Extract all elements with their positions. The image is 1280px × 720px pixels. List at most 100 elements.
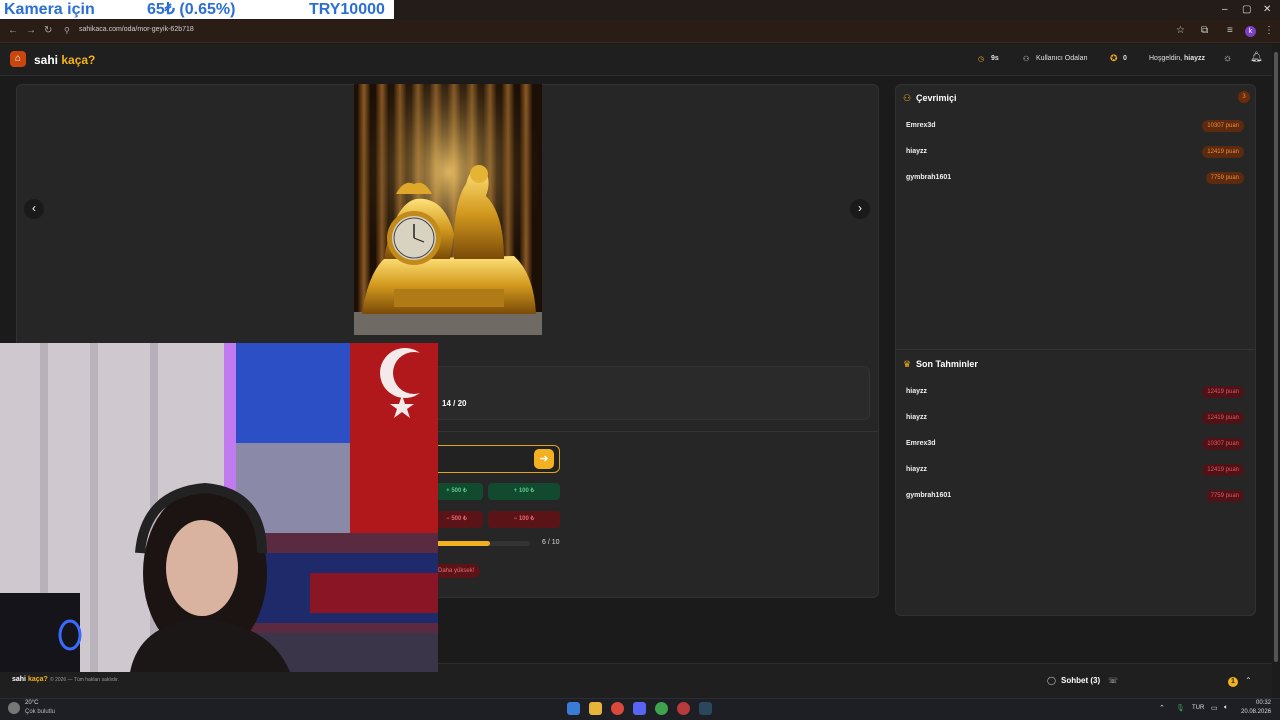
- online-user-points: 12419 puan: [1202, 146, 1244, 158]
- divider: [896, 349, 1255, 350]
- round-counter: 14 / 20: [442, 399, 467, 408]
- guess-row: hiayzz 12419 puan: [896, 458, 1254, 482]
- overlay-code: TRY10000: [309, 1, 385, 18]
- extensions-icon[interactable]: ⧉: [1201, 25, 1208, 36]
- scrollbar-thumb[interactable]: [1274, 52, 1278, 662]
- online-user-name: hiayzz: [906, 148, 928, 155]
- attempts-progress-fill: [430, 541, 490, 546]
- attempts-counter: 6 / 10: [542, 539, 560, 546]
- next-image-button[interactable]: ›: [850, 199, 870, 219]
- attempts-progress-bar: [430, 541, 530, 546]
- overlay-label: Kamera için: [4, 1, 95, 18]
- site-logo[interactable]: sahi kaça?: [34, 53, 95, 67]
- guess-points: 7759 puan: [1205, 490, 1244, 502]
- guess-user-name: gymbrah1601: [906, 492, 952, 499]
- keyboard-language[interactable]: TUR: [1192, 705, 1204, 711]
- round-timer: 9s: [991, 55, 999, 62]
- greeting-username[interactable]: hiayzz: [1184, 55, 1205, 62]
- footer-logo[interactable]: sahi kaça?: [12, 676, 48, 683]
- online-user-name: Emrex3d: [906, 122, 936, 129]
- media-icon[interactable]: ≡: [1227, 25, 1233, 36]
- plus-100-button[interactable]: + 100 ₺: [488, 483, 560, 500]
- guess-user-name: hiayzz: [906, 388, 928, 395]
- online-user-row[interactable]: Emrex3d 10307 puan: [896, 114, 1254, 138]
- greeting-text: Hoşgeldin,: [1149, 55, 1183, 62]
- online-user-points: 7759 puan: [1205, 172, 1244, 184]
- recording-app-icon[interactable]: [677, 702, 690, 715]
- guess-points: 12419 puan: [1202, 412, 1244, 424]
- online-user-row[interactable]: gymbrah1601 7759 puan: [896, 166, 1254, 190]
- online-title: Çevrimiçi: [916, 93, 957, 103]
- guess-row: hiayzz 12419 puan: [896, 380, 1254, 404]
- chevron-up-icon[interactable]: ⌃: [1245, 676, 1252, 685]
- user-rooms-icon: ⚇: [1023, 56, 1030, 63]
- steam-icon[interactable]: [699, 702, 712, 715]
- recent-guesses-title: Son Tahminler: [916, 359, 978, 369]
- footer-logo-accent: kaça?: [27, 676, 48, 683]
- product-image: [354, 84, 542, 335]
- browser-menu-icon[interactable]: ⋮: [1264, 25, 1274, 36]
- guess-user-name: hiayzz: [906, 466, 928, 473]
- theme-toggle-icon[interactable]: ☼: [1223, 53, 1232, 64]
- bookmark-star-icon[interactable]: ☆: [1176, 25, 1185, 36]
- site-info-icon[interactable]: ⚲: [64, 26, 70, 35]
- online-user-row[interactable]: hiayzz 12419 puan: [896, 140, 1254, 164]
- chrome-icon[interactable]: [611, 702, 624, 715]
- previous-image-button[interactable]: ‹: [24, 199, 44, 219]
- footer-copyright: © 2026 — Tüm hakları saklıdır.: [50, 677, 119, 683]
- online-count-badge: 3: [1238, 91, 1250, 103]
- weather-description[interactable]: Çok bulutlu: [25, 709, 55, 715]
- weather-temperature[interactable]: 20°C: [25, 700, 38, 706]
- stream-overlay-banner: Kamera için 65₺ (0.65%) TRY10000: [0, 0, 394, 19]
- clock-date[interactable]: 20.08.2026: [1241, 709, 1271, 715]
- home-icon[interactable]: ⌂: [10, 51, 26, 67]
- guess-points: 10307 puan: [1202, 438, 1244, 450]
- network-icon[interactable]: ▭: [1211, 704, 1218, 712]
- webcam-overlay: [0, 343, 438, 672]
- trophy-icon: ♛: [903, 359, 912, 369]
- golden-clock-image: [354, 84, 542, 335]
- score-value: 0: [1123, 55, 1127, 62]
- guess-row: Emrex3d 10307 puan: [896, 432, 1254, 456]
- chat-button[interactable]: Sohbet (3): [1061, 676, 1100, 685]
- close-window-icon[interactable]: ✕: [1263, 4, 1271, 15]
- clock-time[interactable]: 00:32: [1256, 700, 1271, 706]
- weather-cloud-icon[interactable]: [8, 702, 20, 714]
- forward-icon[interactable]: →: [26, 25, 36, 36]
- guess-user-name: Emrex3d: [906, 440, 936, 447]
- overlay-price: 65₺ (0.65%): [147, 1, 236, 18]
- profile-avatar[interactable]: k: [1245, 26, 1256, 37]
- notification-badge[interactable]: 1: [1228, 677, 1238, 687]
- file-explorer-icon[interactable]: [589, 702, 602, 715]
- user-rooms-link[interactable]: Kullanıcı Odaları: [1036, 55, 1088, 62]
- guess-points: 12419 puan: [1202, 464, 1244, 476]
- bell-icon[interactable]: 🔔︎: [1250, 52, 1263, 63]
- footer-logo-main: sahi: [12, 676, 28, 683]
- guess-row: gymbrah1601 7759 puan: [896, 484, 1254, 508]
- phone-icon[interactable]: ☏: [1108, 676, 1118, 685]
- back-icon[interactable]: ←: [8, 25, 18, 36]
- guess-user-name: hiayzz: [906, 414, 928, 421]
- address-bar: ← → ↻ ⚲ sahikaca.com/oda/mor-geyik-62b71…: [0, 20, 1280, 43]
- maximize-icon[interactable]: ▢: [1242, 4, 1251, 15]
- guess-row: hiayzz 12419 puan: [896, 406, 1254, 430]
- guess-points: 12419 puan: [1202, 386, 1244, 398]
- microphone-icon[interactable]: 🎙︎: [1176, 704, 1185, 712]
- score-icon: ✪: [1110, 53, 1118, 63]
- webcam-feed: [0, 343, 438, 672]
- volume-icon[interactable]: 🔈︎: [1224, 704, 1228, 712]
- reload-icon[interactable]: ↻: [44, 25, 52, 36]
- logo-text-accent: kaça?: [61, 53, 96, 67]
- url-text[interactable]: sahikaca.com/oda/mor-geyik-62b718: [79, 26, 194, 33]
- start-menu-icon[interactable]: [567, 702, 580, 715]
- online-user-points: 10307 puan: [1202, 120, 1244, 132]
- users-icon: ⚇: [903, 93, 912, 103]
- browser-app-icon[interactable]: [655, 702, 668, 715]
- minimize-icon[interactable]: –: [1222, 4, 1228, 15]
- discord-icon[interactable]: [633, 702, 646, 715]
- round-info-box: [430, 366, 870, 420]
- tray-chevron-icon[interactable]: ⌃: [1159, 704, 1165, 712]
- minus-100-button[interactable]: − 100 ₺: [488, 511, 560, 528]
- logo-text-main: sahi: [34, 53, 62, 67]
- submit-guess-button[interactable]: ➜: [534, 449, 554, 469]
